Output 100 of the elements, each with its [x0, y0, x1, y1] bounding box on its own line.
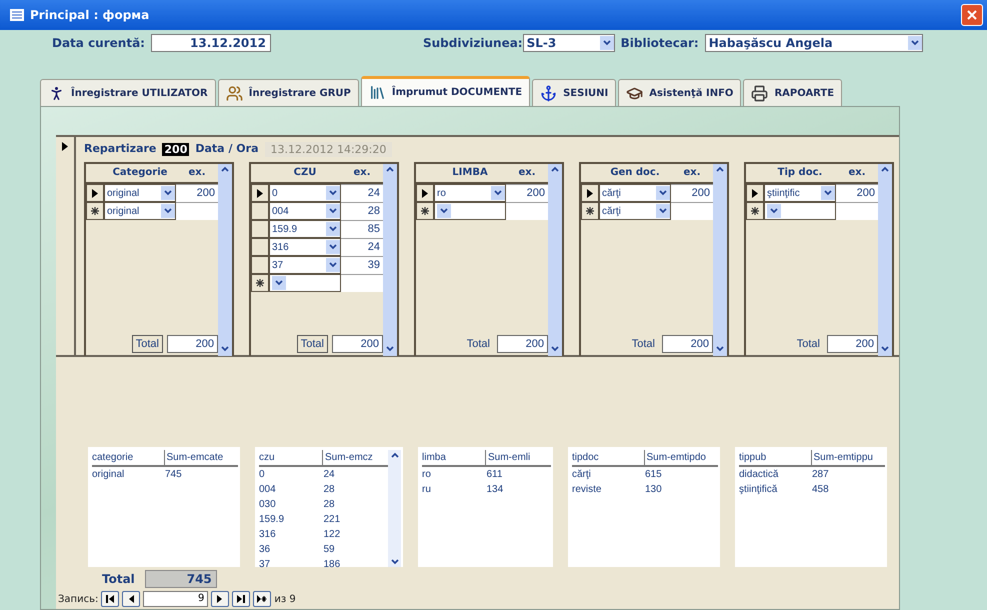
count-field[interactable]: [671, 202, 713, 220]
dropdown-field[interactable]: SL-3: [522, 34, 615, 52]
distribution-field[interactable]: 200: [162, 142, 190, 156]
total-field: 200: [167, 335, 218, 353]
form-icon: [10, 9, 24, 21]
dropdown-field[interactable]: 316: [269, 238, 341, 256]
chevron-down-icon: [329, 190, 337, 196]
dropdown-field[interactable]: ştiinţific: [764, 184, 836, 202]
row-selector[interactable]: [746, 184, 764, 202]
count-field[interactable]: 200: [176, 184, 218, 202]
dropdown-field[interactable]: original: [104, 184, 176, 202]
row-selector[interactable]: [86, 202, 104, 220]
record-pointer-icon: [752, 188, 758, 198]
row-selector[interactable]: [251, 184, 269, 202]
dropdown-field[interactable]: [434, 202, 506, 220]
count-field[interactable]: 24: [341, 238, 383, 256]
dropdown-field[interactable]: [764, 202, 836, 220]
new-record-button[interactable]: [253, 591, 272, 607]
count-field[interactable]: [506, 202, 548, 220]
tab[interactable]: Asistenţă INFO: [618, 79, 742, 106]
column-header: ex.: [682, 166, 702, 180]
row-selector[interactable]: [581, 202, 599, 220]
list-cell-text: 122: [324, 528, 342, 542]
count-field[interactable]: [836, 202, 878, 220]
row-selector[interactable]: [581, 184, 599, 202]
chevron-down-icon: [494, 190, 502, 196]
tab[interactable]: RAPOARTE: [743, 79, 842, 106]
printer-icon: [751, 84, 768, 102]
dropdown-field[interactable]: Habaşăscu Angela: [704, 34, 923, 52]
skip-end-icon: [236, 595, 246, 603]
dropdown-field[interactable]: 004: [269, 202, 341, 220]
row-selector[interactable]: [251, 274, 269, 292]
row-selector[interactable]: [251, 238, 269, 256]
dropdown-field[interactable]: cărţi: [599, 184, 671, 202]
count-field[interactable]: 39: [341, 256, 383, 274]
list-box[interactable]: limba Sum-emli ro 611 ru 134: [418, 447, 553, 567]
dropdown-field[interactable]: 37: [269, 256, 341, 274]
chevron-down-icon: [881, 346, 889, 352]
count-field[interactable]: [176, 202, 218, 220]
list-cell-text: cărţi: [572, 468, 592, 482]
column-header: Tip doc.: [776, 166, 824, 180]
scrollbar[interactable]: [713, 164, 727, 356]
list-box[interactable]: tipdoc Sum-emtipdo cărţi 615 reviste 130: [568, 447, 720, 567]
row-selector[interactable]: [251, 220, 269, 238]
dropdown-field[interactable]: 0: [269, 184, 341, 202]
window-title: Principal : форма: [30, 8, 150, 22]
row-selector[interactable]: [86, 184, 104, 202]
tab[interactable]: SESIUNI: [532, 79, 616, 106]
dropdown-field[interactable]: ro: [434, 184, 506, 202]
row-selector[interactable]: [251, 202, 269, 220]
chevron-down-icon: [275, 280, 283, 286]
last-record-button[interactable]: [232, 591, 250, 607]
next-record-button[interactable]: [211, 591, 230, 607]
list-box[interactable]: czu Sum-emcz 0 24 004 28 030 28 159.9 221 316 122 36 59 37 186: [255, 447, 403, 567]
previous-record-button[interactable]: [122, 591, 140, 607]
chevron-up-icon: [716, 166, 724, 172]
chevron-down-icon: [221, 346, 229, 352]
list-cell-text: ro: [422, 468, 432, 482]
list-cell-text: 745: [165, 468, 183, 482]
dropdown-field[interactable]: [269, 274, 341, 292]
tab[interactable]: Împrumut DOCUMENTE: [360, 76, 530, 106]
first-record-button[interactable]: [101, 591, 120, 607]
chevron-up-icon: [390, 452, 398, 458]
scrollbar[interactable]: [388, 450, 401, 567]
list-cell-text: 287: [812, 468, 830, 482]
row-selector[interactable]: [251, 256, 269, 274]
count-field[interactable]: [341, 274, 383, 292]
close-button[interactable]: [961, 4, 983, 26]
count-field[interactable]: 24: [341, 184, 383, 202]
total-label: Total: [466, 337, 491, 352]
tab[interactable]: Înregistrare GRUP: [218, 79, 359, 106]
scrollbar[interactable]: [383, 164, 397, 356]
count-field[interactable]: 200: [671, 184, 713, 202]
total-field: 200: [332, 335, 383, 353]
list-box[interactable]: categorie Sum-emcate original 745: [88, 447, 240, 567]
record-number-field[interactable]: 9: [143, 591, 208, 607]
dropdown-field[interactable]: 159.9: [269, 220, 341, 238]
dropdown-field[interactable]: cărţi: [599, 202, 671, 220]
column-header: Sum-emtippu: [810, 450, 885, 465]
list-box[interactable]: tippub Sum-emtippu didactică 287 ştiinţifică 458: [735, 447, 887, 567]
total-field: 200: [497, 335, 548, 353]
scrollbar[interactable]: [218, 164, 232, 356]
count-field[interactable]: 200: [506, 184, 548, 202]
list-cell-text: 0: [259, 468, 266, 482]
total-field: 200: [662, 335, 713, 353]
dropdown-field[interactable]: original: [104, 202, 176, 220]
date-field[interactable]: 13.12.2012: [150, 34, 271, 52]
chevron-up-icon: [221, 166, 229, 172]
count-field[interactable]: 85: [341, 220, 383, 238]
row-selector[interactable]: [416, 184, 434, 202]
row-selector[interactable]: [746, 202, 764, 220]
scrollbar[interactable]: [878, 164, 892, 356]
list-cell-text: 030: [259, 498, 277, 512]
count-field[interactable]: 28: [341, 202, 383, 220]
count-field[interactable]: 200: [836, 184, 878, 202]
scrollbar[interactable]: [548, 164, 562, 356]
column-header: CZU: [292, 166, 318, 180]
tab[interactable]: Înregistrare UTILIZATOR: [40, 79, 216, 106]
row-selector[interactable]: [416, 202, 434, 220]
new-record-icon: [751, 207, 759, 215]
